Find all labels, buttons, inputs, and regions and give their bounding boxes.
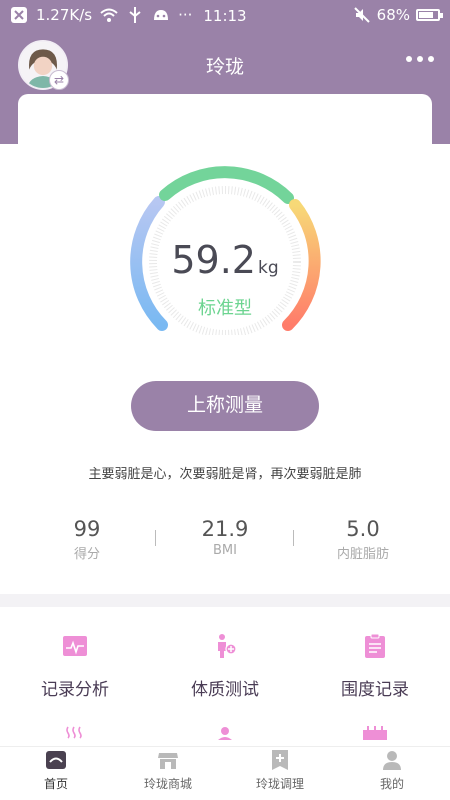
tab-mine[interactable]: 我的 xyxy=(336,747,448,792)
battery-icon xyxy=(416,9,443,21)
tab-label: 首页 xyxy=(43,777,68,791)
user-icon xyxy=(381,749,403,771)
tab-home[interactable]: 首页 xyxy=(0,747,112,792)
function-girth-record[interactable]: 围度记录 xyxy=(300,633,450,700)
stat-score[interactable]: 99 得分 xyxy=(17,517,157,562)
steam-icon[interactable] xyxy=(62,725,88,739)
tab-label: 我的 xyxy=(379,777,404,791)
home-icon xyxy=(45,749,67,771)
conditioning-icon xyxy=(269,749,291,771)
person-icon[interactable] xyxy=(212,725,238,740)
function-label: 围度记录 xyxy=(341,680,409,700)
store-icon xyxy=(157,749,179,771)
weight-readout: 59.2 kg xyxy=(125,238,325,282)
tab-label: 玲珑商城 xyxy=(143,777,192,791)
tab-bar: 首页 玲珑商城 玲珑调理 我的 xyxy=(0,746,450,800)
weight-unit: kg xyxy=(257,258,279,278)
function-constitution-test[interactable]: 体质测试 xyxy=(150,633,300,700)
stat-label: 内脏脂肪 xyxy=(336,547,389,562)
mute-icon xyxy=(353,6,371,24)
status-bar: 1.27K/s ··· 11:13 68% xyxy=(0,0,450,32)
tab-conditioning[interactable]: 玲珑调理 xyxy=(224,747,336,792)
gauge-arc-green xyxy=(159,166,294,204)
stat-visceral-fat[interactable]: 5.0 内脏脂肪 xyxy=(293,517,433,562)
stat-bmi[interactable]: 21.9 BMI xyxy=(155,517,295,558)
stat-label: BMI xyxy=(213,543,237,558)
function-label: 体质测试 xyxy=(191,680,259,700)
body-type: 标准型 xyxy=(198,298,252,319)
constitution-test-icon xyxy=(212,633,238,659)
organ-summary: 主要弱脏是心，次要弱脏是肾，再次要弱脏是肺 xyxy=(88,467,362,482)
tab-store[interactable]: 玲珑商城 xyxy=(112,747,224,792)
stat-value: 99 xyxy=(73,517,101,541)
stat-value: 21.9 xyxy=(201,517,249,541)
tab-label: 玲珑调理 xyxy=(255,777,304,791)
function-label: 记录分析 xyxy=(41,680,109,700)
stats-row: 99 得分 21.9 BMI 5.0 内脏脂肪 xyxy=(0,517,450,567)
measure-button[interactable]: 上称测量 xyxy=(131,381,319,431)
function-grid: 记录分析 体质测试 围度记录 xyxy=(0,607,450,747)
stat-label: 得分 xyxy=(73,547,100,562)
more-dots-icon[interactable] xyxy=(406,56,434,62)
stat-divider xyxy=(155,530,156,546)
function-record-analysis[interactable]: 记录分析 xyxy=(0,633,150,700)
battery-percent: 68% xyxy=(376,6,410,24)
page-title: 玲珑 xyxy=(205,56,244,78)
weight-value: 59.2 xyxy=(171,238,256,282)
chart-record-icon xyxy=(62,633,88,659)
stat-value: 5.0 xyxy=(346,517,380,541)
stat-divider xyxy=(293,530,294,546)
clipboard-icon xyxy=(362,633,388,659)
calendar-icon[interactable] xyxy=(362,725,388,740)
